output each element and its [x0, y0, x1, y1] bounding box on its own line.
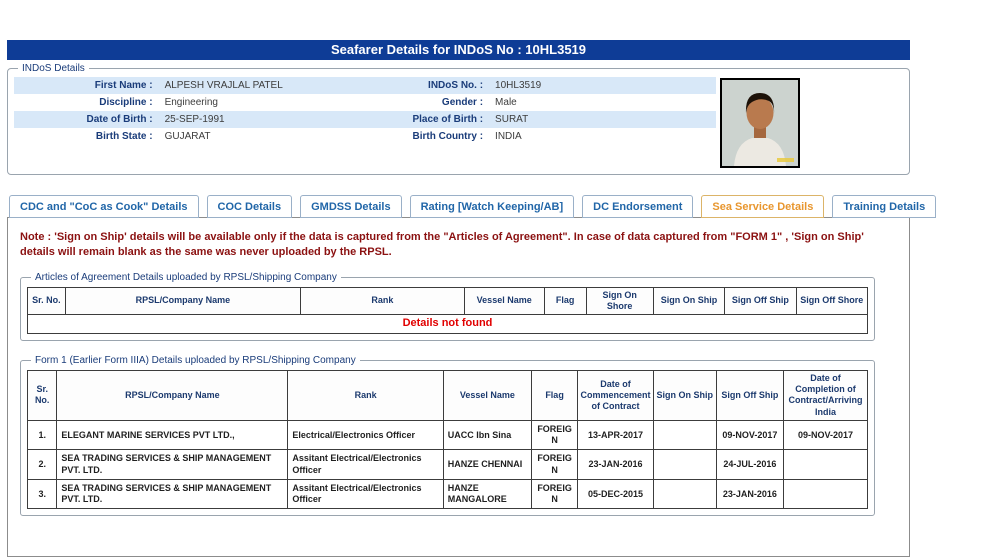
- table-cell: 2.: [26, 449, 58, 480]
- table-cell: 24-JUL-2016: [715, 449, 784, 480]
- indos-details-table: First Name : ALPESH VRAJLAL PATEL INDoS No…: [14, 77, 717, 145]
- table-row: 2. SEA TRADING SERVICES & SHIP MANAGEMENT…: [26, 449, 869, 480]
- table-cell: [652, 419, 717, 451]
- field-value: GUJARAT: [164, 131, 211, 142]
- indos-row: First Name : ALPESH VRAJLAL PATEL INDoS No…: [14, 77, 717, 94]
- field-label: Birth State :: [95, 131, 153, 142]
- table-cell: 09-NOV-2017: [782, 419, 869, 451]
- table-cell: 1.: [26, 419, 58, 451]
- articles-of-agreement-section: Articles of Agreement Details uploaded b…: [20, 271, 875, 341]
- tab-coc-details[interactable]: COC Details: [206, 195, 293, 218]
- table-cell: HANZE CHENNAI: [442, 449, 532, 480]
- field-label: Gender :: [441, 97, 484, 108]
- tab-rating-watch-keeping-ab[interactable]: Rating [Watch Keeping/AB]: [409, 195, 575, 218]
- table-cell: HANZE MANGALORE: [442, 478, 532, 510]
- indos-row: Birth State : GUJARAT Birth Country : INDIA: [14, 128, 716, 145]
- table-cell: UACC Ibn Sina: [442, 419, 532, 451]
- table-cell: SEA TRADING SERVICES & SHIP MANAGEMENT P…: [56, 449, 289, 480]
- field-label: First Name :: [94, 80, 153, 91]
- column-header: Rank: [300, 286, 465, 316]
- form1-table: Sr. No. RPSL/Company Name Rank Vessel Name F…: [26, 369, 869, 510]
- table-cell: Electrical/Electronics Officer: [287, 419, 444, 451]
- field-value: INDIA: [495, 131, 522, 142]
- table-cell: [782, 449, 869, 480]
- seafarer-photo-image: [722, 80, 799, 166]
- sea-service-details-panel: Note : 'Sign on Ship' details will be av…: [7, 217, 910, 557]
- table-cell: [652, 478, 717, 510]
- indos-details-section: INDoS Details First Name : ALPESH VRAJLAL…: [7, 63, 910, 175]
- table-cell: Assitant Electrical/Electronics Officer: [287, 449, 444, 480]
- field-value: ALPESH VRAJLAL PATEL: [164, 80, 283, 91]
- table-cell: FOREIGN: [530, 478, 579, 510]
- seafarer-photo: [720, 78, 801, 168]
- indos-details-legend: INDoS Details: [22, 63, 85, 74]
- indos-row: Date of Birth : 25-SEP-1991 Place of Birth…: [14, 111, 717, 128]
- column-header: Sign On Shore: [585, 286, 654, 316]
- table-cell: FOREIGN: [530, 419, 579, 451]
- field-label: Place of Birth :: [412, 114, 484, 125]
- column-header: Vessel Name: [442, 369, 532, 421]
- column-header: Rank: [287, 369, 444, 421]
- articles-of-agreement-legend: Articles of Agreement Details uploaded b…: [35, 271, 337, 283]
- tab-dc-endorsement[interactable]: DC Endorsement: [582, 195, 694, 218]
- table-cell: ELEGANT MARINE SERVICES PVT LTD.,: [56, 419, 289, 451]
- note-body: 'Sign on Ship' details will be available…: [20, 231, 864, 258]
- column-header: Sign Off Ship: [715, 369, 784, 421]
- indos-row: Discipline : Engineering Gender : Male: [14, 94, 716, 111]
- table-cell: 23-JAN-2016: [577, 449, 654, 480]
- tab-cdc-and-coc-as-cook-details[interactable]: CDC and "CoC as Cook" Details: [9, 195, 199, 218]
- field-label: Birth Country :: [412, 131, 484, 142]
- column-header: Date of Commencement of Contract: [577, 369, 654, 421]
- column-header: Sign On Ship: [652, 286, 726, 316]
- tab-training-details[interactable]: Training Details: [832, 195, 937, 218]
- tab-gmdss-details[interactable]: GMDSS Details: [300, 195, 402, 218]
- indos-details-body: First Name : ALPESH VRAJLAL PATEL INDoS No…: [14, 77, 903, 168]
- empty-message: Details not found: [27, 314, 868, 334]
- table-cell: [652, 449, 717, 480]
- tab-sea-service-details[interactable]: Sea Service Details: [701, 195, 825, 218]
- column-header: Sr. No.: [27, 286, 66, 316]
- field-value: 10HL3519: [495, 80, 542, 91]
- note-prefix: Note :: [20, 231, 52, 243]
- field-label: INDoS No. :: [428, 80, 484, 91]
- field-label: Discipline :: [99, 97, 153, 108]
- page-title-bar: Seafarer Details for INDoS No : 10HL3519: [7, 40, 910, 60]
- field-label: Date of Birth :: [86, 114, 153, 125]
- field-value: SURAT: [495, 114, 529, 125]
- table-header-row: Sr. No. RPSL/Company Name Rank Vessel Name F…: [26, 369, 869, 421]
- column-header: RPSL/Company Name: [56, 369, 289, 421]
- note-text: Note : 'Sign on Ship' details will be av…: [20, 230, 897, 260]
- field-value: Male: [495, 97, 517, 108]
- table-row: 1. ELEGANT MARINE SERVICES PVT LTD., Elect…: [26, 419, 869, 451]
- table-cell: [782, 478, 869, 510]
- table-cell: SEA TRADING SERVICES & SHIP MANAGEMENT P…: [56, 478, 289, 510]
- table-cell: 23-JAN-2016: [715, 478, 784, 510]
- table-cell: 13-APR-2017: [577, 419, 654, 451]
- column-header: Sign Off Ship: [724, 286, 797, 316]
- column-header: Sign On Ship: [652, 369, 717, 421]
- table-header-row: Sr. No. RPSL/Company Name Rank Vessel Name F…: [27, 286, 869, 316]
- column-header: Sign Off Shore: [795, 286, 869, 316]
- column-header: Flag: [530, 369, 579, 421]
- table-empty-row: Details not found: [27, 314, 868, 334]
- form1-legend: Form 1 (Earlier Form IIIA) Details uploa…: [35, 354, 356, 366]
- table-cell: Assitant Electrical/Electronics Officer: [287, 478, 444, 510]
- articles-of-agreement-table: Sr. No. RPSL/Company Name Rank Vessel Name F…: [27, 286, 869, 334]
- field-value: 25-SEP-1991: [164, 114, 225, 125]
- table-cell: 05-DEC-2015: [577, 478, 654, 510]
- table-cell: FOREIGN: [530, 449, 579, 480]
- field-value: Engineering: [164, 97, 218, 108]
- column-header: Date of Completion of Contract/Arriving …: [782, 369, 869, 421]
- column-header: Flag: [543, 286, 587, 316]
- column-header: Vessel Name: [463, 286, 545, 316]
- tab-bar: CDC and "CoC as Cook" Details COC Details…: [7, 195, 937, 218]
- table-row: 3. SEA TRADING SERVICES & SHIP MANAGEMENT…: [26, 478, 869, 510]
- seafarer-details-page: Seafarer Details for INDoS No : 10HL3519…: [7, 40, 937, 557]
- column-header: RPSL/Company Name: [64, 286, 302, 316]
- table-cell: 09-NOV-2017: [715, 419, 784, 451]
- page-title: Seafarer Details for INDoS No : 10HL3519: [330, 42, 587, 57]
- table-cell: 3.: [26, 478, 58, 510]
- form1-section: Form 1 (Earlier Form IIIA) Details uploa…: [20, 354, 875, 517]
- column-header: Sr. No.: [26, 369, 58, 421]
